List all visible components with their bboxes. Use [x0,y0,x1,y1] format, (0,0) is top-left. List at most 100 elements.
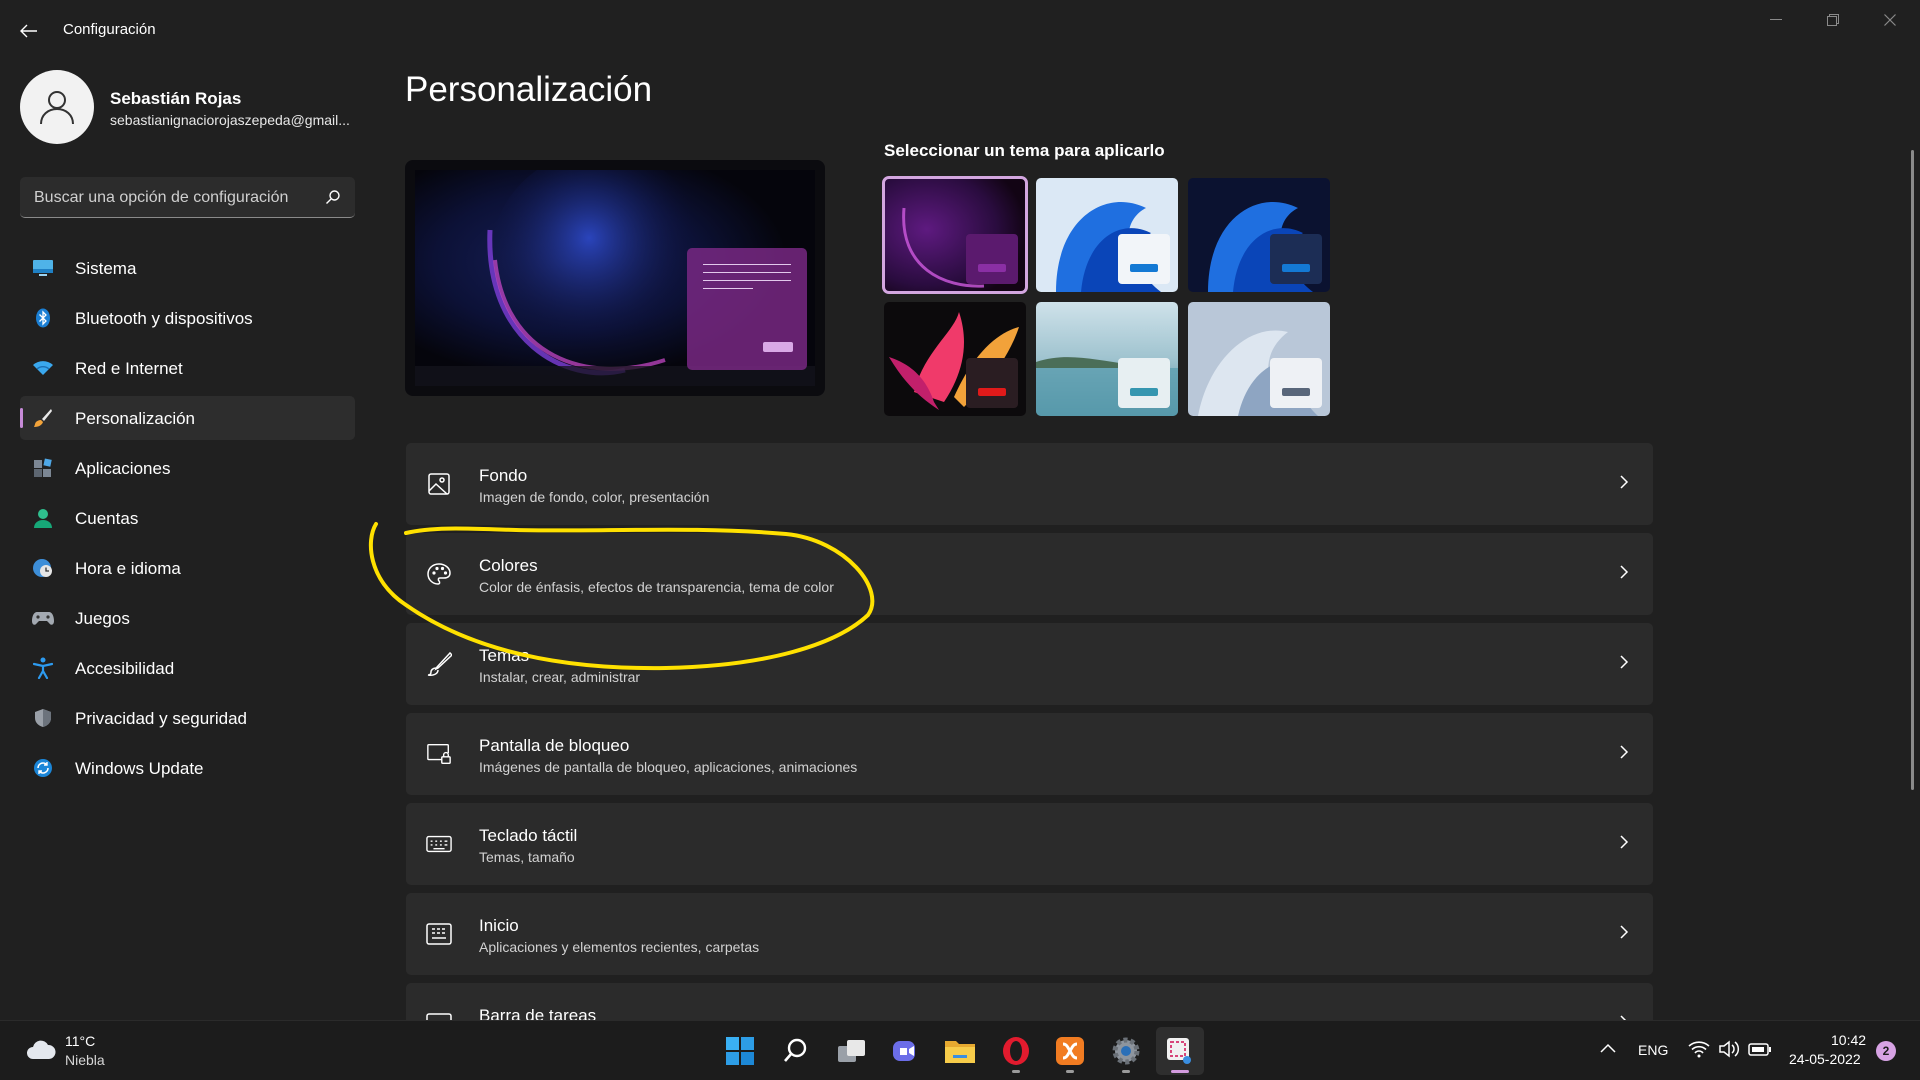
sidebar-item-privacidad[interactable]: Privacidad y seguridad [20,696,355,740]
sidebar-item-accesibilidad[interactable]: Accesibilidad [20,646,355,690]
chevron-right-icon [1620,565,1629,579]
chevron-right-icon [1620,655,1629,669]
theme-option[interactable] [1188,178,1330,292]
sidebar-item-windows-update[interactable]: Windows Update [20,746,355,790]
settings-row-teclado[interactable]: Teclado táctil Temas, tamaño [406,803,1653,885]
close-button[interactable] [1862,0,1918,40]
opera-icon [1003,1037,1029,1065]
taskbar-teams-chat[interactable] [882,1027,930,1075]
sidebar-item-label: Personalización [75,409,196,428]
row-subtitle: Temas, tamaño [479,849,575,865]
settings-row-barra-tareas[interactable]: Barra de tareas [406,983,1653,1020]
sidebar-item-personalizacion[interactable]: Personalización [20,396,355,440]
sidebar-item-label: Privacidad y seguridad [75,709,247,728]
settings-row-temas[interactable]: Temas Instalar, crear, administrar [406,623,1653,705]
taskbar-start-button[interactable] [716,1027,764,1075]
theme-option[interactable] [884,302,1026,416]
sidebar-item-aplicaciones[interactable]: Aplicaciones [20,446,355,490]
theme-option[interactable] [1188,302,1330,416]
sidebar-item-sistema[interactable]: Sistema [20,246,355,290]
settings-list: Fondo Imagen de fondo, color, presentaci… [406,443,1653,1020]
chat-icon [893,1041,915,1061]
sidebar-item-label: Sistema [75,259,137,278]
search-icon [784,1038,807,1062]
monitor-icon [33,260,53,276]
theme-option[interactable] [882,176,1028,294]
taskbar-search-button[interactable] [772,1027,820,1075]
task-view-icon [838,1040,865,1062]
preview-window [687,248,807,370]
minimize-button[interactable] [1748,0,1804,40]
chevron-right-icon [1620,835,1629,849]
sidebar-item-juegos[interactable]: Juegos [20,596,355,640]
page-title: Personalización [405,70,653,109]
theme-preview [405,160,825,396]
clock-globe-icon [33,559,52,577]
sidebar-item-label: Accesibilidad [75,659,175,678]
chevron-right-icon [1620,745,1629,759]
gamepad-icon [32,612,54,625]
taskbar-xampp[interactable] [1046,1027,1094,1075]
volume-icon[interactable] [1718,1040,1740,1058]
shield-icon [35,709,51,727]
taskbar-opera-browser[interactable] [992,1027,1040,1075]
sidebar-item-label: Cuentas [75,509,139,528]
settings-row-colores[interactable]: Colores Color de énfasis, efectos de tra… [406,533,1653,615]
brush-icon [427,651,452,676]
close-icon [1884,14,1896,26]
sidebar-item-label: Red e Internet [75,359,183,378]
folder-icon [945,1041,975,1063]
chevron-up-icon[interactable] [1600,1043,1616,1053]
taskbar-icon [426,1013,452,1020]
language-indicator[interactable]: ENG [1638,1042,1668,1058]
user-profile[interactable]: Sebastián Rojas sebastianignaciorojaszep… [20,70,370,146]
gear-icon [1112,1037,1140,1065]
row-title: Inicio [479,916,519,935]
image-icon [428,473,450,495]
maximize-button[interactable] [1805,0,1861,40]
theme-grid [882,176,1330,416]
theme-option[interactable] [1036,302,1178,416]
battery-icon[interactable] [1748,1040,1772,1058]
weather-temperature: 11°C [65,1033,96,1049]
cloud-icon [27,1040,56,1059]
row-title: Colores [479,556,538,575]
taskbar-settings[interactable] [1102,1027,1150,1075]
app-title: Configuración [63,21,156,38]
apps-icon [34,458,52,477]
windows-logo-icon [726,1037,754,1065]
sidebar-item-label: Bluetooth y dispositivos [75,309,253,328]
palette-icon [427,563,451,585]
row-title: Pantalla de bloqueo [479,736,630,755]
paintbrush-icon [34,409,52,427]
search-box[interactable]: Buscar una opción de configuración [20,177,355,218]
person-icon [34,509,52,528]
search-input[interactable]: Buscar una opción de configuración [34,189,288,207]
notification-badge[interactable]: 2 [1876,1041,1896,1061]
wifi-icon[interactable] [1688,1040,1710,1058]
themes-heading: Seleccionar un tema para aplicarlo [884,141,1165,160]
arrow-left-icon [20,24,37,38]
profile-email: sebastianignaciorojaszepeda@gmail... [110,112,350,128]
row-title: Barra de tareas [479,1006,597,1020]
settings-row-fondo[interactable]: Fondo Imagen de fondo, color, presentaci… [406,443,1653,525]
taskbar-snipping-tool[interactable] [1156,1027,1204,1075]
restore-icon [1827,14,1839,26]
sidebar-item-hora[interactable]: Hora e idioma [20,546,355,590]
sidebar-item-bluetooth[interactable]: Bluetooth y dispositivos [20,296,355,340]
start-icon [426,923,452,945]
back-button[interactable] [12,14,46,48]
taskbar-file-explorer[interactable] [936,1027,984,1075]
sidebar-item-red[interactable]: Red e Internet [20,346,355,390]
scrollbar[interactable] [1911,150,1914,790]
chevron-right-icon [1620,475,1629,489]
taskbar-task-view-button[interactable] [828,1027,876,1075]
bluetooth-icon [36,308,50,328]
sidebar-item-cuentas[interactable]: Cuentas [20,496,355,540]
theme-option[interactable] [1036,178,1178,292]
settings-row-inicio[interactable]: Inicio Aplicaciones y elementos reciente… [406,893,1653,975]
settings-row-pantalla-bloqueo[interactable]: Pantalla de bloqueo Imágenes de pantalla… [406,713,1653,795]
taskbar: 11°C Niebla ENG 10:42 24-05-2022 2 [0,1020,1920,1080]
weather-description: Niebla [65,1052,105,1068]
title-bar: Configuración [0,0,1920,60]
